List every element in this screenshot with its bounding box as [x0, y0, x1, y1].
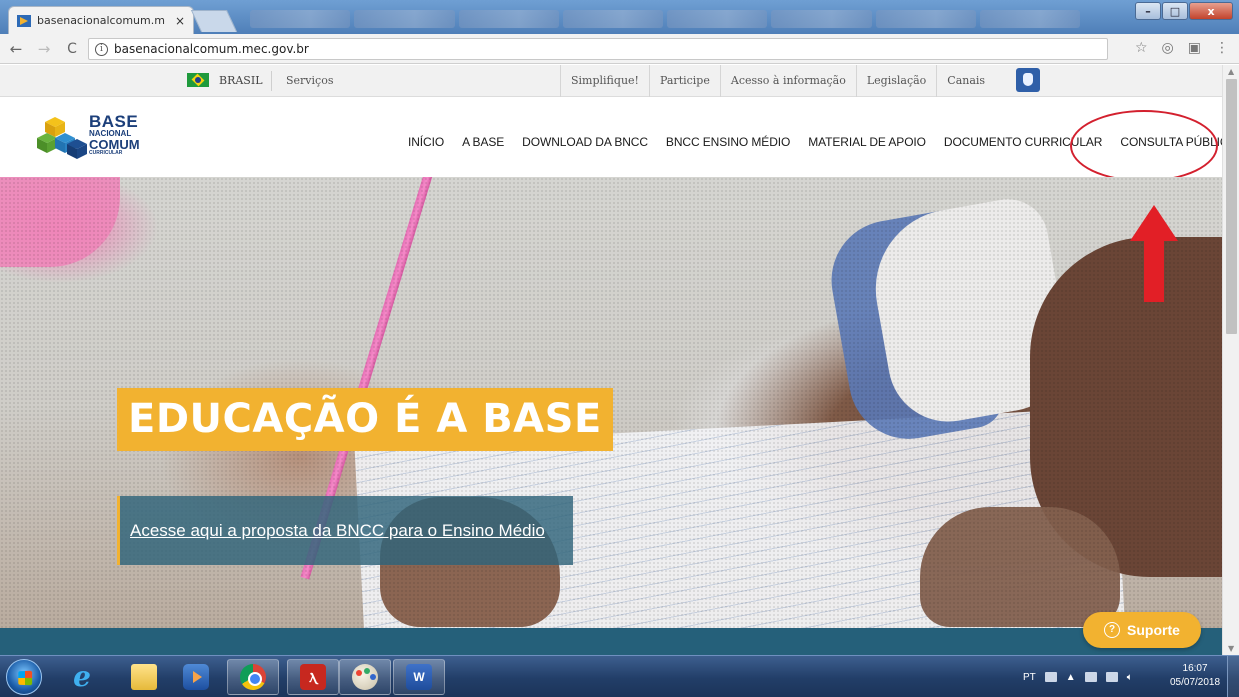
star-icon[interactable]: ☆ — [1135, 40, 1148, 56]
scroll-up-arrow-icon[interactable]: ▲ — [1228, 67, 1234, 76]
scroll-down-arrow-icon[interactable]: ▼ — [1228, 644, 1234, 653]
taskbar-paint[interactable] — [339, 659, 391, 695]
support-label: Suporte — [1127, 622, 1180, 638]
logo-cubes-icon — [37, 117, 87, 159]
clock-time: 16:07 — [1182, 663, 1208, 674]
menu-kebab-icon[interactable]: ⋮ — [1215, 40, 1229, 56]
favicon-icon — [17, 14, 31, 27]
extension-icon[interactable]: ◎ — [1162, 40, 1174, 56]
nav-material-de-apoio[interactable]: MATERIAL DE APOIO — [808, 135, 926, 149]
pdf-extension-icon[interactable]: ▣ — [1188, 40, 1201, 56]
background-tab — [354, 10, 455, 28]
background-tab — [250, 10, 351, 28]
annotation-arrow-icon — [1130, 205, 1178, 302]
hero-cta-link[interactable]: Acesse aqui a proposta da BNCC para o En… — [130, 521, 545, 541]
taskbar-word[interactable]: W — [393, 659, 445, 695]
action-center-icon[interactable] — [1084, 672, 1097, 682]
gov-link-simplifique[interactable]: Simplifique! — [560, 65, 649, 97]
background-tab — [875, 10, 976, 28]
background-tab — [667, 10, 768, 28]
show-desktop-button[interactable] — [1227, 656, 1239, 697]
brasil-link[interactable]: BRASIL — [187, 73, 263, 87]
tab-close-icon[interactable]: × — [175, 14, 185, 28]
logo-wordmark: BASE NACIONAL COMUM CURRICULAR — [89, 113, 140, 156]
internet-explorer-icon: e — [73, 660, 91, 693]
brasil-label: BRASIL — [219, 73, 263, 87]
nav-bncc-ensino-medio[interactable]: BNCC ENSINO MÉDIO — [666, 135, 790, 149]
nav-download-bncc[interactable]: DOWNLOAD DA BNCC — [522, 135, 648, 149]
media-player-icon — [183, 664, 209, 690]
background-window-tabs — [250, 8, 1080, 30]
network-icon[interactable] — [1105, 672, 1118, 682]
browser-tab[interactable]: basenacionalcomum.me × — [8, 6, 194, 34]
chrome-icon — [240, 664, 266, 690]
minimize-button[interactable]: – — [1135, 2, 1161, 20]
tab-title: basenacionalcomum.me — [37, 14, 165, 27]
hero-headline: EDUCAÇÃO É A BASE — [117, 388, 613, 451]
taskbar-file-explorer[interactable] — [118, 659, 170, 695]
maximize-button[interactable]: □ — [1162, 2, 1188, 20]
background-tab — [771, 10, 872, 28]
address-bar[interactable]: i basenacionalcomum.mec.gov.br — [88, 38, 1108, 60]
hero-banner: EDUCAÇÃO É A BASE Acesse aqui a proposta… — [0, 177, 1222, 629]
toolbar-actions: ☆ ◎ ▣ ⋮ — [1135, 40, 1229, 56]
browser-titlebar: basenacionalcomum.me × – □ x — [0, 0, 1239, 34]
brazil-flag-icon — [187, 73, 209, 87]
show-hidden-icons-icon[interactable]: ▲ — [1066, 672, 1076, 683]
servicos-link[interactable]: Serviços — [286, 74, 333, 87]
back-arrow-icon[interactable]: ← — [4, 40, 28, 58]
page-scrollbar[interactable]: ▲ ▼ — [1222, 65, 1239, 655]
page-viewport: BRASIL Serviços Simplifique! Participe A… — [0, 65, 1222, 655]
taskbar-clock[interactable]: 16:07 05/07/2018 — [1170, 662, 1220, 690]
window-controls: – □ x — [1135, 2, 1233, 20]
background-tab — [458, 10, 559, 28]
reload-icon[interactable]: C — [60, 41, 84, 57]
nav-inicio[interactable]: INÍCIO — [408, 135, 444, 149]
volume-icon[interactable]: 🔈︎ — [1127, 672, 1133, 683]
acrobat-icon: ⲗ — [300, 664, 326, 690]
gov-link-participe[interactable]: Participe — [648, 65, 720, 97]
folder-icon — [131, 664, 157, 690]
system-tray: PT ▲ 🔈︎ — [1023, 656, 1133, 697]
bncc-logo[interactable]: BASE NACIONAL COMUM CURRICULAR — [37, 111, 147, 161]
browser-toolbar: ← → C i basenacionalcomum.mec.gov.br ☆ ◎… — [0, 34, 1239, 64]
paint-icon — [352, 664, 378, 690]
content-section-bar — [0, 628, 1222, 655]
hero-cta-box: Acesse aqui a proposta da BNCC para o En… — [117, 496, 573, 565]
taskbar-internet-explorer[interactable]: e — [56, 659, 108, 695]
clock-date: 05/07/2018 — [1170, 677, 1221, 688]
taskbar-chrome[interactable] — [227, 659, 279, 695]
help-circle-icon: ? — [1104, 622, 1121, 638]
new-tab-button[interactable] — [190, 10, 238, 32]
word-icon: W — [406, 664, 432, 690]
url-text: basenacionalcomum.mec.gov.br — [114, 42, 309, 56]
annotation-circle — [1070, 110, 1218, 182]
vlibras-hand-icon[interactable] — [1016, 68, 1040, 92]
taskbar-acrobat-reader[interactable]: ⲗ — [287, 659, 339, 695]
windows-taskbar: e ⲗ W PT ▲ 🔈︎ 16:07 05/07/2018 — [0, 655, 1239, 697]
gov-link-acesso-informacao[interactable]: Acesso à informação — [719, 65, 856, 97]
background-tab — [562, 10, 663, 28]
gov-links: Simplifique! Participe Acesso à informaç… — [560, 65, 995, 97]
close-window-button[interactable]: x — [1189, 2, 1233, 20]
site-header: BASE NACIONAL COMUM CURRICULAR INÍCIO A … — [0, 97, 1222, 182]
gov-link-legislacao[interactable]: Legislação — [855, 65, 936, 97]
divider — [271, 71, 272, 91]
nav-a-base[interactable]: A BASE — [462, 135, 504, 149]
gov-link-canais[interactable]: Canais — [936, 65, 995, 97]
site-info-icon[interactable]: i — [95, 42, 108, 56]
gov-bar: BRASIL Serviços Simplifique! Participe A… — [0, 65, 1222, 97]
background-tab — [979, 10, 1080, 28]
start-button[interactable] — [6, 659, 42, 695]
forward-arrow-icon[interactable]: → — [32, 40, 56, 58]
logo-line-base: BASE — [89, 112, 139, 131]
taskbar-media-player[interactable] — [170, 659, 222, 695]
scrollbar-thumb[interactable] — [1226, 79, 1237, 334]
support-button[interactable]: ? Suporte — [1083, 612, 1201, 648]
keyboard-icon[interactable] — [1044, 672, 1057, 682]
language-indicator[interactable]: PT — [1023, 672, 1036, 683]
